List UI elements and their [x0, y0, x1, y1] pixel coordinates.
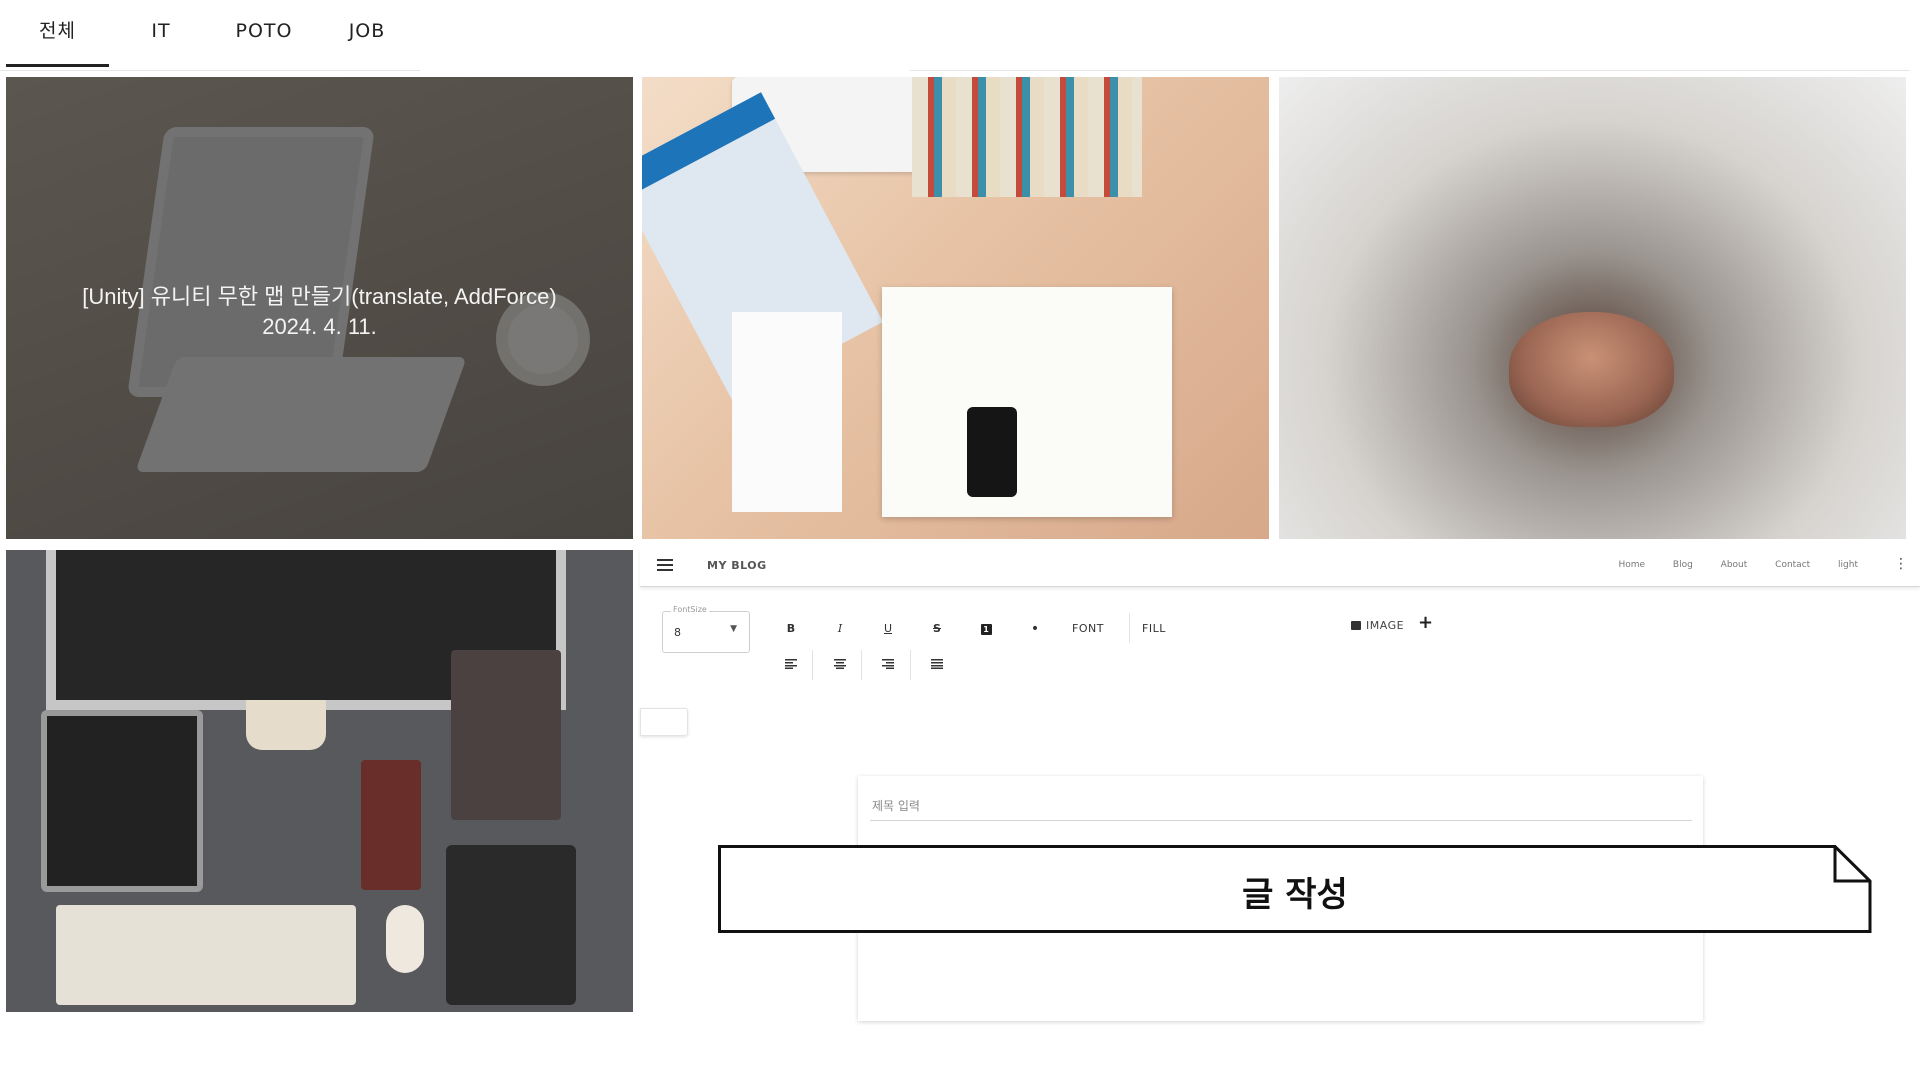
- fontsize-select[interactable]: FontSize 8 ▼: [662, 605, 750, 653]
- callout-text: 글 작성: [1242, 875, 1348, 915]
- add-icon[interactable]: +: [1418, 612, 1433, 633]
- font-button[interactable]: FONT: [1066, 617, 1110, 641]
- menu-icon[interactable]: [657, 559, 673, 573]
- chevron-down-icon: ▼: [730, 624, 737, 634]
- post-thumbnail: [642, 77, 1269, 539]
- align-left-button[interactable]: [777, 654, 805, 678]
- nav-contact[interactable]: Contact: [1775, 560, 1810, 570]
- image-icon: [1351, 621, 1361, 630]
- strikethrough-button[interactable]: S: [923, 617, 951, 641]
- toolbar-divider: [812, 650, 813, 680]
- divider: [910, 70, 1910, 71]
- fontsize-value: 8: [674, 626, 681, 639]
- nav-theme-toggle[interactable]: light: [1838, 560, 1858, 570]
- write-post-callout: 글 작성: [718, 845, 1872, 933]
- blog-brand[interactable]: MY BLOG: [707, 559, 767, 572]
- nav-home[interactable]: Home: [1618, 560, 1645, 570]
- fontsize-label: FontSize: [671, 605, 709, 614]
- align-justify-icon: [931, 659, 943, 669]
- italic-button[interactable]: I: [826, 617, 854, 641]
- more-vert-icon[interactable]: ⋮: [1894, 556, 1908, 572]
- post-title: [Unity] 유니티 무한 맵 만들기(translate, AddForce…: [82, 284, 557, 309]
- nav-about[interactable]: About: [1721, 560, 1748, 570]
- align-center-button[interactable]: [826, 654, 854, 678]
- align-left-icon: [785, 659, 797, 669]
- post-card-4[interactable]: [6, 550, 633, 1012]
- toolbar-divider: [1129, 613, 1130, 643]
- numbered-list-icon: 1: [980, 624, 992, 635]
- post-card-3[interactable]: [1279, 77, 1906, 539]
- post-thumbnail: [1279, 77, 1906, 539]
- post-date: 2024. 4. 11.: [262, 314, 377, 339]
- align-right-icon: [882, 659, 894, 669]
- category-tabs: 전체 IT POTO JOB: [0, 0, 420, 71]
- nav-blog[interactable]: Blog: [1673, 560, 1693, 570]
- post-card-2[interactable]: [642, 77, 1269, 539]
- toolbar-divider: [861, 650, 862, 680]
- side-tab[interactable]: [640, 708, 688, 736]
- blog-navbar: MY BLOG Home Blog About Contact light ⋮: [640, 548, 1920, 587]
- tab-it[interactable]: IT: [131, 0, 191, 64]
- fill-button[interactable]: FILL: [1136, 617, 1172, 641]
- insert-image-label: IMAGE: [1366, 619, 1405, 632]
- align-right-button[interactable]: [874, 654, 902, 678]
- align-center-icon: [834, 659, 846, 669]
- post-card-unity[interactable]: [Unity] 유니티 무한 맵 만들기(translate, AddForce…: [6, 77, 633, 539]
- align-justify-button[interactable]: [923, 654, 951, 678]
- numbered-list-button[interactable]: 1: [972, 617, 1000, 641]
- tab-all[interactable]: 전체: [6, 0, 109, 67]
- post-info: [Unity] 유니티 무한 맵 만들기(translate, AddForce…: [6, 282, 633, 342]
- nav-links: Home Blog About Contact light: [1593, 560, 1858, 570]
- bold-button[interactable]: B: [777, 617, 805, 641]
- underline-button[interactable]: U: [874, 617, 902, 641]
- insert-image-button[interactable]: IMAGE: [1351, 619, 1404, 632]
- title-input[interactable]: [870, 792, 1692, 821]
- tab-job[interactable]: JOB: [335, 0, 399, 64]
- bullet-list-button[interactable]: •: [1021, 617, 1049, 641]
- toolbar-divider: [910, 650, 911, 680]
- post-thumbnail: [6, 550, 633, 1012]
- tab-poto[interactable]: POTO: [224, 0, 304, 64]
